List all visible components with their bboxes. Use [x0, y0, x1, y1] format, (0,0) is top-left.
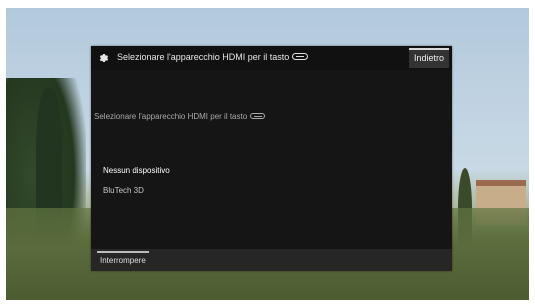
hdmi-key-icon — [292, 53, 309, 61]
dialog-subtitle: Selezionare l'apparecchio HDMI per il ta… — [94, 112, 266, 121]
tv-background-photo: Selezionare l'apparecchio HDMI per il ta… — [6, 8, 529, 300]
device-list: Nessun dispositivo BluTech 3D — [103, 166, 170, 206]
dialog-header: Selezionare l'apparecchio HDMI per il ta… — [91, 46, 452, 70]
device-item-none[interactable]: Nessun dispositivo — [103, 166, 170, 175]
stop-button[interactable]: Interrompere — [97, 251, 149, 269]
dialog-subtitle-text: Selezionare l'apparecchio HDMI per il ta… — [94, 112, 248, 121]
back-button[interactable]: Indietro — [409, 48, 449, 68]
gear-icon — [99, 54, 109, 62]
hdmi-device-dialog: Selezionare l'apparecchio HDMI per il ta… — [91, 46, 452, 271]
hdmi-key-icon — [250, 112, 266, 119]
dialog-title: Selezionare l'apparecchio HDMI per il ta… — [117, 52, 309, 62]
dialog-title-text: Selezionare l'apparecchio HDMI per il ta… — [117, 52, 290, 62]
device-item-blutech-3d[interactable]: BluTech 3D — [103, 186, 170, 195]
dialog-footer: Interrompere — [91, 249, 452, 271]
